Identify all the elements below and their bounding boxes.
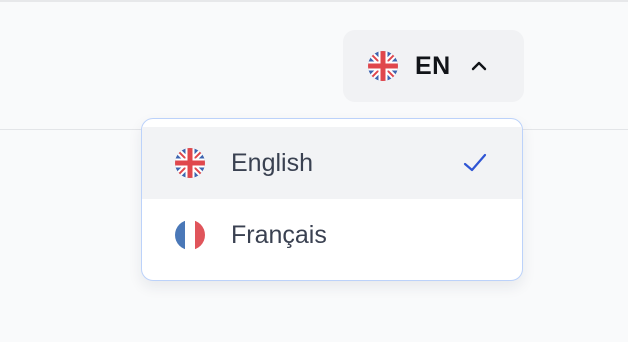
language-option-label: Français [231,220,327,249]
france-flag-icon [175,220,205,250]
current-language-code: EN [415,51,451,80]
language-option-label: English [231,148,313,177]
language-option-list: English Français [142,127,522,271]
language-dropdown-menu: English Français [141,118,523,281]
chevron-up-icon [471,58,487,74]
language-option-francais[interactable]: Français [142,199,522,271]
uk-flag-icon [368,51,398,81]
top-border [0,0,628,2]
language-toggle-button[interactable]: EN [343,30,524,102]
uk-flag-icon [175,148,205,178]
checkmark-icon [462,150,488,176]
language-option-english[interactable]: English [142,127,522,199]
